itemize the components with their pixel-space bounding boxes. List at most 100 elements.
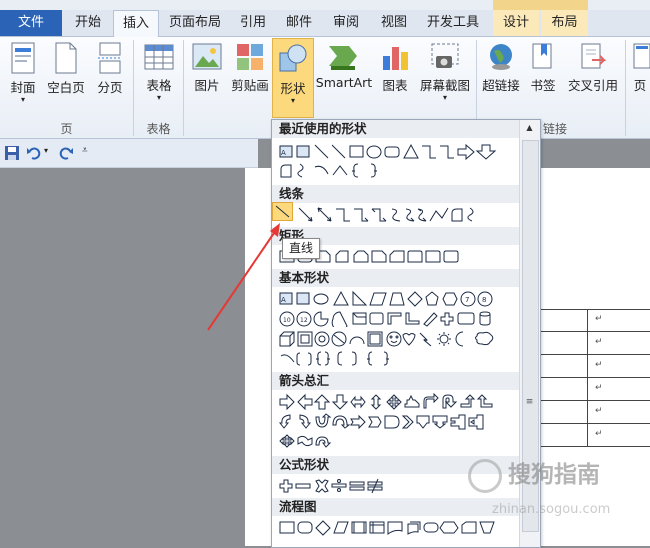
smartart-button[interactable]: SmartArt	[314, 42, 374, 90]
scroll-up-icon[interactable]: ▲	[523, 123, 536, 135]
recent-shapes-row-2	[278, 162, 518, 179]
hyperlink-button[interactable]: 超链接	[479, 42, 523, 94]
header-button[interactable]: 页	[630, 42, 650, 94]
tab-review[interactable]: 审阅	[324, 10, 368, 36]
watermark-logo-icon	[468, 458, 502, 493]
globe-icon	[490, 44, 512, 70]
basic-shapes-icons-2[interactable]: 10 12	[278, 310, 518, 327]
cell-mark: ↵	[595, 360, 603, 370]
group-label-pages: 页	[60, 122, 73, 136]
line-shapes-icons[interactable]	[278, 206, 518, 223]
section-flowchart: 流程图	[272, 498, 519, 516]
group-label-tables: 表格	[146, 122, 171, 136]
blank-page-button[interactable]: 空白页	[44, 42, 88, 96]
table-border	[538, 354, 650, 355]
arrows-row-1	[278, 393, 518, 410]
flowchart-icons[interactable]	[278, 519, 518, 536]
bookmark-button[interactable]: 书签	[525, 42, 561, 94]
basic-shapes-row-2: 10 12	[278, 310, 518, 327]
block-arrows-icons-1[interactable]	[278, 393, 518, 410]
flowchart-row	[278, 519, 518, 536]
quick-access-toolbar: ▾ ⩡	[0, 139, 258, 168]
cell-mark: ↵	[595, 314, 603, 324]
blank-page-icon	[55, 42, 77, 74]
cell-mark: ↵	[595, 406, 603, 416]
basic-shapes-icons-3[interactable]	[278, 330, 518, 347]
page-break-button[interactable]: 分页	[92, 42, 128, 96]
tab-references[interactable]: 引用	[232, 10, 274, 36]
cross-reference-button[interactable]: 交叉引用	[563, 42, 623, 94]
tab-developer[interactable]: 开发工具	[420, 10, 486, 36]
section-lines: 线条	[272, 185, 519, 203]
table-border	[538, 377, 650, 378]
chart-icon	[383, 47, 408, 70]
tab-home[interactable]: 开始	[66, 10, 110, 36]
basic-shapes-icons-1[interactable]: A 7 8	[278, 290, 518, 307]
group-label-links: 链接	[542, 122, 567, 136]
cover-button[interactable]: 封面 ▾	[6, 42, 40, 104]
table-border	[538, 400, 650, 401]
cell-mark: ↵	[595, 429, 603, 439]
table-border	[538, 423, 650, 424]
save-icon[interactable]	[4, 145, 20, 161]
section-recent-shapes: 最近使用的形状	[272, 120, 519, 138]
red-arrow-annotation	[207, 223, 280, 331]
cell-mark: ↵	[595, 383, 603, 393]
tab-mailings[interactable]: 邮件	[278, 10, 320, 36]
clipart-icon	[237, 44, 263, 70]
block-arrows-icons-2[interactable]	[278, 413, 518, 430]
customize-qat-icon[interactable]: ⩡	[82, 145, 88, 156]
basic-shapes-row-1: A 7 8	[278, 290, 518, 307]
cover-icon	[11, 42, 35, 74]
table-border	[538, 446, 650, 447]
tab-insert[interactable]: 插入	[113, 10, 159, 37]
lines-row	[278, 206, 518, 223]
section-block-arrows: 箭头总汇	[272, 372, 519, 390]
basic-shapes-row-4	[278, 350, 518, 367]
page-break-icon	[98, 42, 122, 74]
chart-button[interactable]: 图表	[377, 42, 413, 94]
arrows-row-2	[278, 413, 518, 430]
table-tools-band	[493, 0, 588, 10]
tab-file[interactable]: 文件	[0, 10, 62, 36]
clipart-button[interactable]: 剪贴画	[229, 42, 271, 94]
group-separator	[183, 40, 184, 136]
shapes-icon	[279, 44, 307, 72]
scroll-grip-icon: ≡	[525, 397, 534, 407]
block-arrows-icons-3[interactable]	[278, 433, 518, 450]
recent-shapes-row: A	[278, 143, 518, 160]
group-separator	[625, 40, 626, 136]
shapes-button[interactable]: 形状 ▾	[272, 38, 314, 118]
section-basic-shapes: 基本形状	[272, 269, 519, 287]
ribbon-tabs: 文件 开始 插入 页面布局 引用 邮件 审阅 视图 开发工具 设计 布局	[0, 10, 650, 37]
recent-shapes-icons-2[interactable]	[278, 162, 518, 179]
chevron-down-icon: ▾	[442, 93, 447, 102]
svg-text:7: 7	[465, 296, 469, 304]
tab-table-design[interactable]: 设计	[493, 10, 539, 36]
tab-view[interactable]: 视图	[372, 10, 416, 36]
table-button[interactable]: 表格 ▾	[139, 42, 179, 102]
watermark: 搜狗指南	[468, 455, 600, 493]
cell-mark: ↵	[595, 337, 603, 347]
redo-icon[interactable]	[58, 145, 74, 161]
svg-text:A: A	[281, 149, 286, 157]
table-border	[538, 309, 650, 310]
screenshot-button[interactable]: 屏幕截图 ▾	[416, 42, 474, 102]
tab-page-layout[interactable]: 页面布局	[162, 10, 228, 36]
watermark-url: zhinan.sogou.com	[492, 502, 611, 517]
tab-table-layout[interactable]: 布局	[541, 10, 588, 36]
undo-icon[interactable]	[26, 145, 42, 161]
bookmark-icon	[532, 43, 552, 69]
svg-text:8: 8	[482, 296, 486, 304]
basic-shapes-icons-4[interactable]	[278, 350, 518, 367]
cross-reference-icon	[581, 43, 607, 69]
picture-button[interactable]: 图片	[188, 42, 226, 94]
table-border	[538, 331, 650, 332]
recent-shapes-icons[interactable]: A	[278, 143, 518, 160]
smartart-icon	[329, 46, 357, 70]
arrows-row-3	[278, 433, 518, 450]
undo-dropdown-icon[interactable]: ▾	[44, 146, 48, 155]
table-border	[587, 309, 588, 446]
table-icon	[144, 44, 174, 70]
picture-icon	[192, 43, 222, 70]
